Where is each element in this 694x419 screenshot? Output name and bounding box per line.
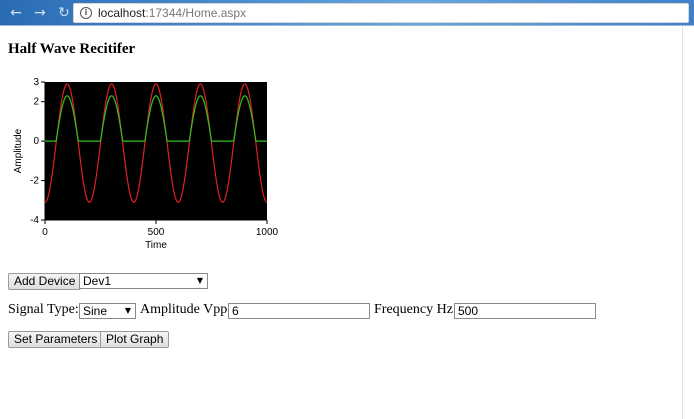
url-path: :17344/Home.aspx <box>145 6 247 20</box>
y-tick-label: 0 <box>33 136 39 147</box>
y-tick-label: 3 <box>33 77 39 88</box>
x-tick-label: 1000 <box>256 227 279 238</box>
amplitude-input[interactable]: 6 <box>228 303 370 319</box>
frequency-input[interactable]: 500 <box>454 303 596 319</box>
frequency-label: Frequency Hz: <box>374 302 457 317</box>
x-axis-label: Time <box>145 240 167 251</box>
device-select[interactable]: Dev1 ▼ <box>79 273 208 289</box>
set-parameters-button[interactable]: Set Parameters <box>8 331 104 348</box>
amplitude-time-chart: 320-2-40 500 1000 Time Amplitude <box>13 77 279 251</box>
y-axis-label: Amplitude <box>13 128 24 173</box>
chevron-down-icon: ▼ <box>124 306 131 315</box>
y-tick-label: 2 <box>33 97 39 108</box>
url-host: localhost <box>98 6 146 20</box>
address-bar[interactable]: i localhost:17344/Home.aspx <box>73 3 689 23</box>
forward-arrow-icon[interactable]: → <box>31 4 49 22</box>
back-arrow-icon[interactable]: ← <box>7 4 25 22</box>
signal-type-select[interactable]: Sine ▼ <box>79 303 136 319</box>
plot-graph-button[interactable]: Plot Graph <box>100 331 170 348</box>
chevron-down-icon: ▼ <box>196 276 203 285</box>
reload-icon[interactable]: ↻ <box>55 4 73 22</box>
page-edge-divider <box>682 26 683 419</box>
amplitude-label: Amplitude Vpp: <box>140 302 232 317</box>
page-title: Half Wave Recitifer <box>8 41 136 57</box>
y-tick-label: -2 <box>30 176 39 187</box>
y-tick-label: -4 <box>30 215 39 226</box>
signal-type-value: Sine <box>83 304 108 318</box>
device-select-value: Dev1 <box>83 274 112 288</box>
signal-type-label: Signal Type: <box>8 302 79 317</box>
plot-area <box>45 82 267 220</box>
x-tick-label: 0 <box>42 227 48 238</box>
add-device-button[interactable]: Add Device <box>8 273 82 290</box>
info-icon[interactable]: i <box>80 7 92 19</box>
browser-toolbar: ← → ↻ i localhost:17344/Home.aspx <box>0 0 694 26</box>
x-tick-label: 500 <box>148 227 165 238</box>
